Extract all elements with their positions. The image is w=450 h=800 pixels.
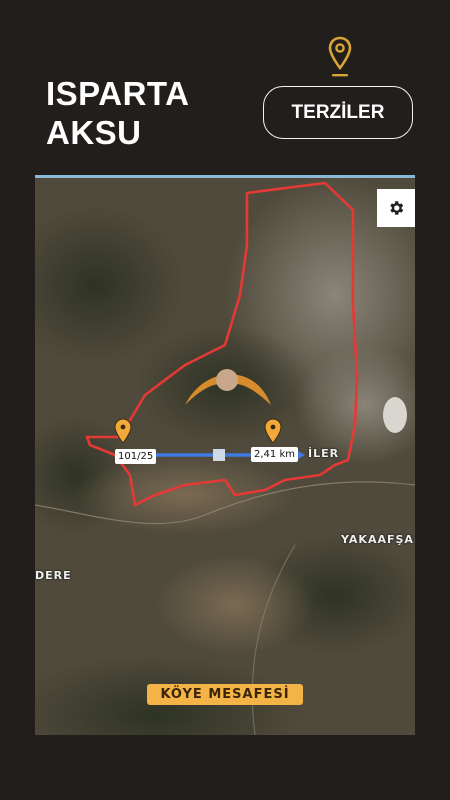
title-province: ISPARTA — [46, 75, 190, 112]
distance-caption: KÖYE MESAFESİ — [147, 684, 303, 705]
village-name-label: İLER — [308, 447, 340, 460]
distance-start-label: 101/25 — [115, 449, 157, 464]
page-title: ISPARTA AKSU — [46, 74, 189, 152]
title-district: AKSU — [46, 114, 142, 151]
map-top-border — [35, 175, 415, 178]
map-view[interactable]: 101/25 2,41 km İLER YAKAAFŞAR DERE KÖYE … — [35, 175, 415, 735]
gear-icon — [390, 201, 404, 215]
place-label-dere: DERE — [35, 569, 72, 582]
satellite-terrain — [35, 175, 415, 735]
place-label-yakaafsar: YAKAAFŞAR — [341, 533, 415, 546]
village-button[interactable]: TERZİLER — [263, 86, 413, 139]
map-pin-icon — [328, 36, 352, 77]
map-settings-button[interactable] — [377, 189, 415, 227]
distance-value-label: 2,41 km — [251, 447, 298, 462]
